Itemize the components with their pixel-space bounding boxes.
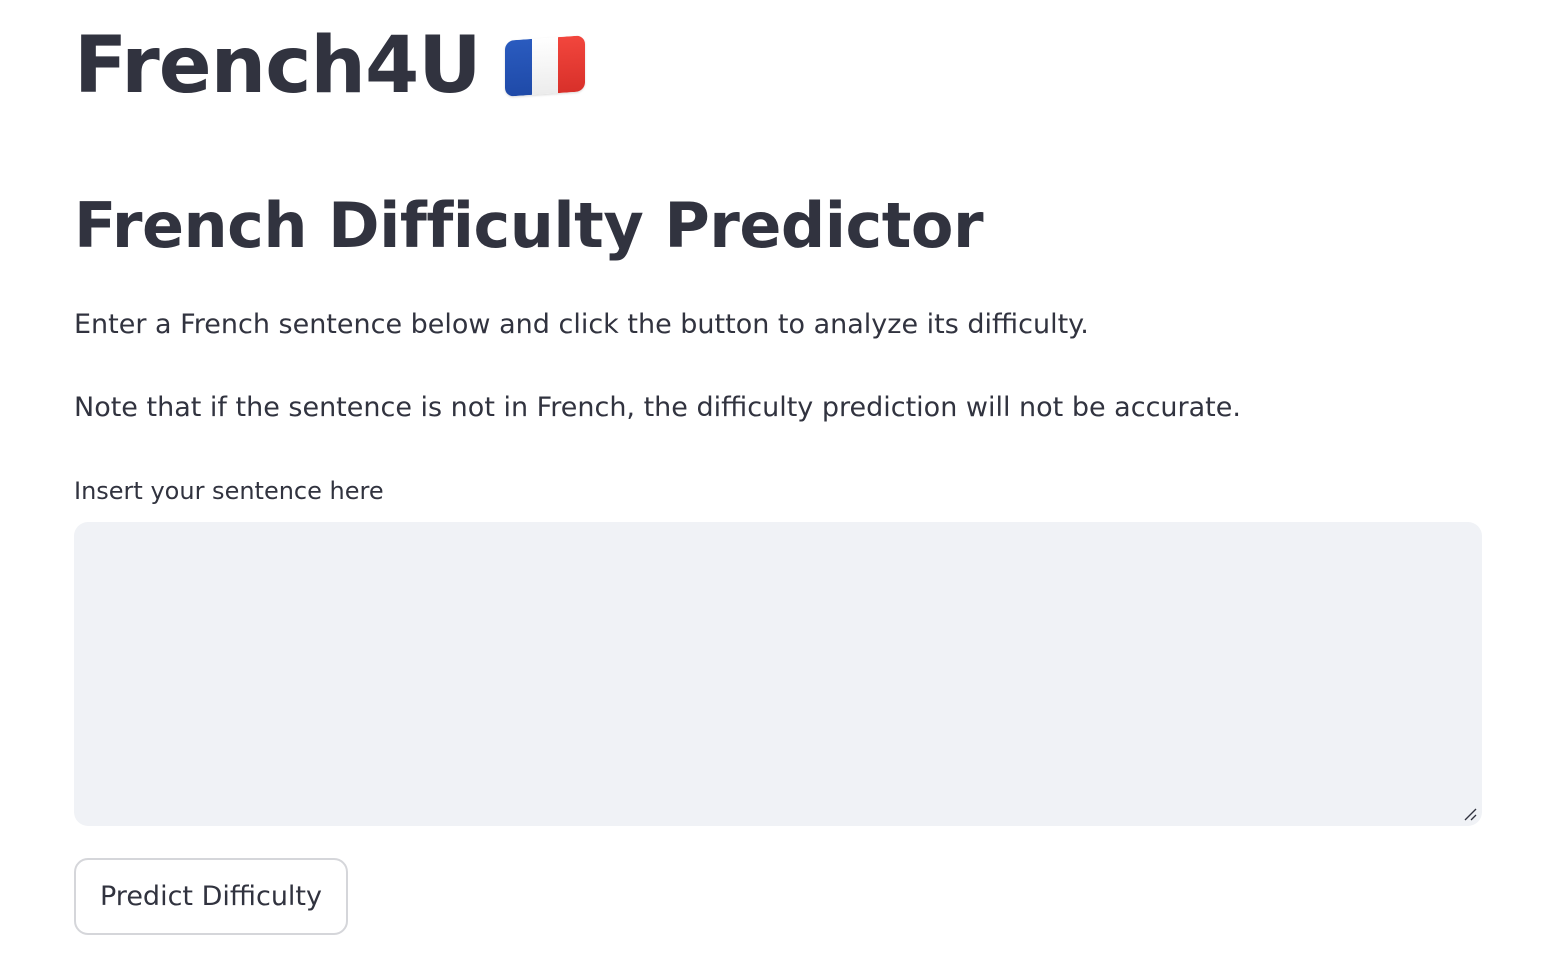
predict-difficulty-button[interactable]: Predict Difficulty — [74, 858, 348, 935]
app-title: French4U — [74, 18, 585, 114]
note-text: Note that if the sentence is not in Fren… — [74, 392, 1241, 423]
sentence-input-container — [74, 522, 1482, 826]
sentence-input[interactable] — [74, 522, 1482, 826]
france-flag-icon — [504, 35, 585, 97]
app-title-text: French4U — [74, 21, 482, 111]
intro-text: Enter a French sentence below and click … — [74, 309, 1089, 340]
section-title: French Difficulty Predictor — [74, 189, 984, 262]
sentence-input-label: Insert your sentence here — [74, 477, 384, 505]
resize-handle-icon[interactable] — [1462, 806, 1478, 822]
